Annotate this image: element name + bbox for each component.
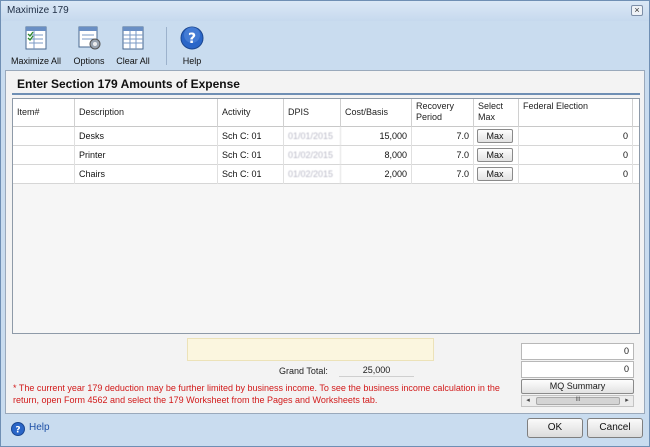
cell-select-max: Max [474,165,519,184]
cell-federal-election[interactable]: 0 [519,165,633,184]
cell-federal-election[interactable]: 0 [519,127,633,146]
asset-grid: Item# Description Activity DPIS Cost/Bas… [12,98,640,334]
table-row[interactable]: Chairs Sch C: 01 01/02/2015 2,000 7.0 Ma… [13,165,639,184]
column-header-recovery-period[interactable]: Recovery Period [412,99,474,127]
column-header-activity[interactable]: Activity [218,99,284,127]
cell-activity[interactable]: Sch C: 01 [218,146,284,165]
column-header-cost-basis[interactable]: Cost/Basis [341,99,412,127]
federal-remaining-field: 0 [521,361,634,378]
help-link-icon: ? [11,422,25,436]
clear-all-label: Clear All [116,56,150,66]
options-label: Options [73,56,105,66]
cell-dpis[interactable]: 01/02/2015 [284,146,341,165]
toolbar-separator [166,27,167,65]
svg-text:?: ? [188,31,196,47]
help-toolbar-label: Help [182,56,202,66]
options-icon [78,26,101,50]
maximize-all-label: Maximize All [10,56,61,66]
select-header-line2: Max [478,112,496,122]
max-button[interactable]: Max [477,148,513,162]
scroll-left-arrow-icon[interactable]: ◂ [523,396,533,406]
help-icon: ? [180,26,204,50]
toolbar: Maximize All Options Clear All ? Help [5,21,645,69]
recovery-header-line2: Period [416,112,443,122]
scrollbar-grip-icon: III [575,397,581,403]
cell-cost-basis[interactable]: 2,000 [341,165,412,184]
clear-all-icon [122,26,144,50]
column-header-dpis[interactable]: DPIS [284,99,341,127]
cell-dpis[interactable]: 01/02/2015 [284,165,341,184]
maximize-all-icon [25,26,47,50]
window-title: Maximize 179 [7,5,69,16]
cell-description[interactable]: Chairs [75,165,218,184]
table-row[interactable]: Desks Sch C: 01 01/01/2015 15,000 7.0 Ma… [13,127,639,146]
cell-item[interactable] [13,165,75,184]
main-panel: Enter Section 179 Amounts of Expense Ite… [5,70,645,414]
cell-item[interactable] [13,127,75,146]
select-header-line1: Select [478,101,504,111]
cell-select-max: Max [474,127,519,146]
clear-all-button[interactable]: Clear All [111,23,155,67]
federal-total-field: 0 [521,343,634,360]
scroll-right-arrow-icon[interactable]: ▸ [622,396,632,406]
cell-cost-basis[interactable]: 8,000 [341,146,412,165]
horizontal-scrollbar[interactable]: ◂ III ▸ [521,395,634,407]
help-link-label: Help [29,422,50,433]
footer-bar: ? Help OK Cancel [5,415,645,443]
table-row[interactable]: Printer Sch C: 01 01/02/2015 8,000 7.0 M… [13,146,639,165]
column-header-item[interactable]: Item# [13,99,75,127]
close-button[interactable]: × [631,5,643,16]
cell-cost-basis[interactable]: 15,000 [341,127,412,146]
grand-total-label: Grand Total: [279,366,328,376]
maximize-179-window: Maximize 179 × Maximize All Options Clea… [0,0,650,447]
section-title: Enter Section 179 Amounts of Expense [17,77,240,91]
scrollbar-thumb[interactable]: III [536,397,620,405]
ok-button[interactable]: OK [527,418,583,438]
cell-description[interactable]: Printer [75,146,218,165]
grand-total-value: 25,000 [339,363,414,377]
mq-summary-button[interactable]: MQ Summary [521,379,634,394]
help-toolbar-button[interactable]: ? Help [175,23,209,67]
cell-activity[interactable]: Sch C: 01 [218,165,284,184]
cancel-button[interactable]: Cancel [587,418,643,438]
cell-federal-election[interactable]: 0 [519,146,633,165]
title-bar: Maximize 179 × [1,1,649,21]
column-header-select-max[interactable]: Select Max [474,99,519,127]
column-header-filler [633,99,641,127]
recovery-header-line1: Recovery [416,101,455,111]
cell-description[interactable]: Desks [75,127,218,146]
cell-dpis[interactable]: 01/01/2015 [284,127,341,146]
cell-item[interactable] [13,146,75,165]
max-button[interactable]: Max [477,129,513,143]
max-button[interactable]: Max [477,167,513,181]
cell-select-max: Max [474,146,519,165]
options-button[interactable]: Options [69,23,109,67]
cell-activity[interactable]: Sch C: 01 [218,127,284,146]
totals-highlight-area [187,338,434,361]
grid-header: Item# Description Activity DPIS Cost/Bas… [13,99,639,127]
column-header-description[interactable]: Description [75,99,218,127]
cell-recovery-period[interactable]: 7.0 [412,146,474,165]
column-header-federal-election[interactable]: Federal Election [519,99,633,127]
cell-recovery-period[interactable]: 7.0 [412,127,474,146]
section-divider [12,93,640,95]
svg-text:?: ? [15,426,20,436]
income-limit-note: * The current year 179 deduction may be … [13,383,500,405]
maximize-all-button[interactable]: Maximize All [7,23,65,67]
cell-recovery-period[interactable]: 7.0 [412,165,474,184]
